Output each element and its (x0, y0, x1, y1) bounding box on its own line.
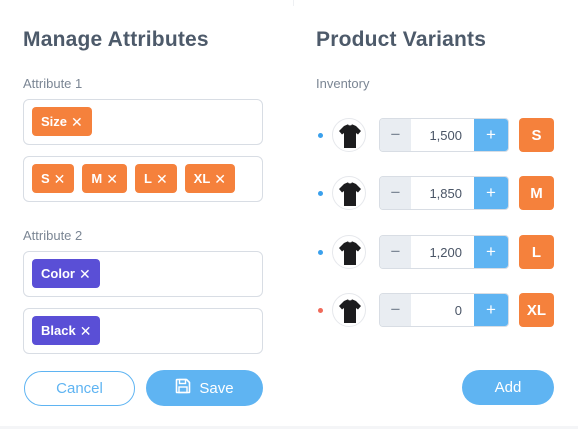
status-dot (318, 250, 323, 255)
decrement-button[interactable]: − (380, 294, 411, 326)
tag-black: Black ✕ (32, 316, 101, 345)
increment-button[interactable]: + (474, 177, 508, 209)
tag-size: Size ✕ (32, 107, 92, 136)
page-title: Manage Attributes (23, 28, 209, 51)
save-label: Save (199, 379, 234, 397)
size-badge: L (519, 235, 554, 269)
tag-label: M (91, 171, 103, 186)
save-button[interactable]: Save (146, 370, 263, 406)
tag-s: S ✕ (32, 164, 75, 193)
quantity-input[interactable]: 1,200 (411, 236, 474, 268)
tag-m: M ✕ (82, 164, 127, 193)
increment-button[interactable]: + (474, 294, 508, 326)
panel-divider (293, 0, 294, 6)
size-badge: XL (519, 293, 554, 327)
tag-l: L ✕ (134, 164, 177, 193)
close-icon[interactable]: ✕ (106, 172, 118, 186)
tag-label: Black (41, 323, 76, 338)
tag-label: Size (41, 114, 68, 129)
attribute-2-values-field[interactable]: Black ✕ (23, 308, 263, 354)
black-tshirt-icon (332, 293, 366, 327)
quantity-stepper: −0 + (379, 293, 509, 327)
floppy-disk-icon (175, 378, 191, 398)
cancel-label: Cancel (56, 380, 103, 397)
variant-row: −1,500 + S (316, 117, 556, 153)
add-button[interactable]: Add (462, 370, 554, 405)
black-tshirt-icon (332, 176, 366, 210)
decrement-button[interactable]: − (380, 119, 411, 151)
status-dot (318, 308, 323, 313)
attribute-1-name-field[interactable]: Size ✕ (23, 99, 263, 145)
variants-title: Product Variants (316, 28, 487, 51)
decrement-button[interactable]: − (380, 177, 411, 209)
close-icon[interactable]: ✕ (156, 172, 168, 186)
tag-label: Color (41, 266, 75, 281)
tag-label: L (143, 171, 152, 186)
cancel-button[interactable]: Cancel (24, 371, 135, 406)
add-label: Add (494, 379, 522, 396)
status-dot (318, 133, 323, 138)
attribute-1-label: Attribute 1 (23, 76, 83, 91)
inventory-label: Inventory (316, 76, 370, 91)
quantity-input[interactable]: 1,850 (411, 177, 474, 209)
attribute-2-name-field[interactable]: Color ✕ (23, 251, 263, 297)
quantity-input[interactable]: 1,500 (411, 119, 474, 151)
size-badge: M (519, 176, 554, 210)
black-tshirt-icon (332, 118, 366, 152)
close-icon[interactable]: ✕ (214, 172, 226, 186)
quantity-input[interactable]: 0 (411, 294, 474, 326)
variant-row: −1,200 + L (316, 234, 556, 270)
attribute-1-values-field[interactable]: S ✕ M ✕ L ✕ XL ✕ (23, 156, 263, 202)
variant-row: −0 + XL (316, 292, 556, 328)
tag-label: S (41, 171, 50, 186)
close-icon[interactable]: ✕ (79, 267, 91, 281)
close-icon[interactable]: ✕ (80, 324, 92, 338)
quantity-stepper: −1,500 + (379, 118, 509, 152)
variant-row: −1,850 + M (316, 175, 556, 211)
quantity-stepper: −1,850 + (379, 176, 509, 210)
tag-color: Color ✕ (32, 259, 100, 288)
status-dot (318, 191, 323, 196)
close-icon[interactable]: ✕ (71, 115, 83, 129)
decrement-button[interactable]: − (380, 236, 411, 268)
size-badge: S (519, 118, 554, 152)
increment-button[interactable]: + (474, 236, 508, 268)
tag-label: XL (193, 171, 211, 186)
attribute-2-label: Attribute 2 (23, 228, 83, 243)
increment-button[interactable]: + (474, 119, 508, 151)
tag-xl: XL ✕ (184, 164, 236, 193)
quantity-stepper: −1,200 + (379, 235, 509, 269)
close-icon[interactable]: ✕ (54, 172, 66, 186)
black-tshirt-icon (332, 235, 366, 269)
